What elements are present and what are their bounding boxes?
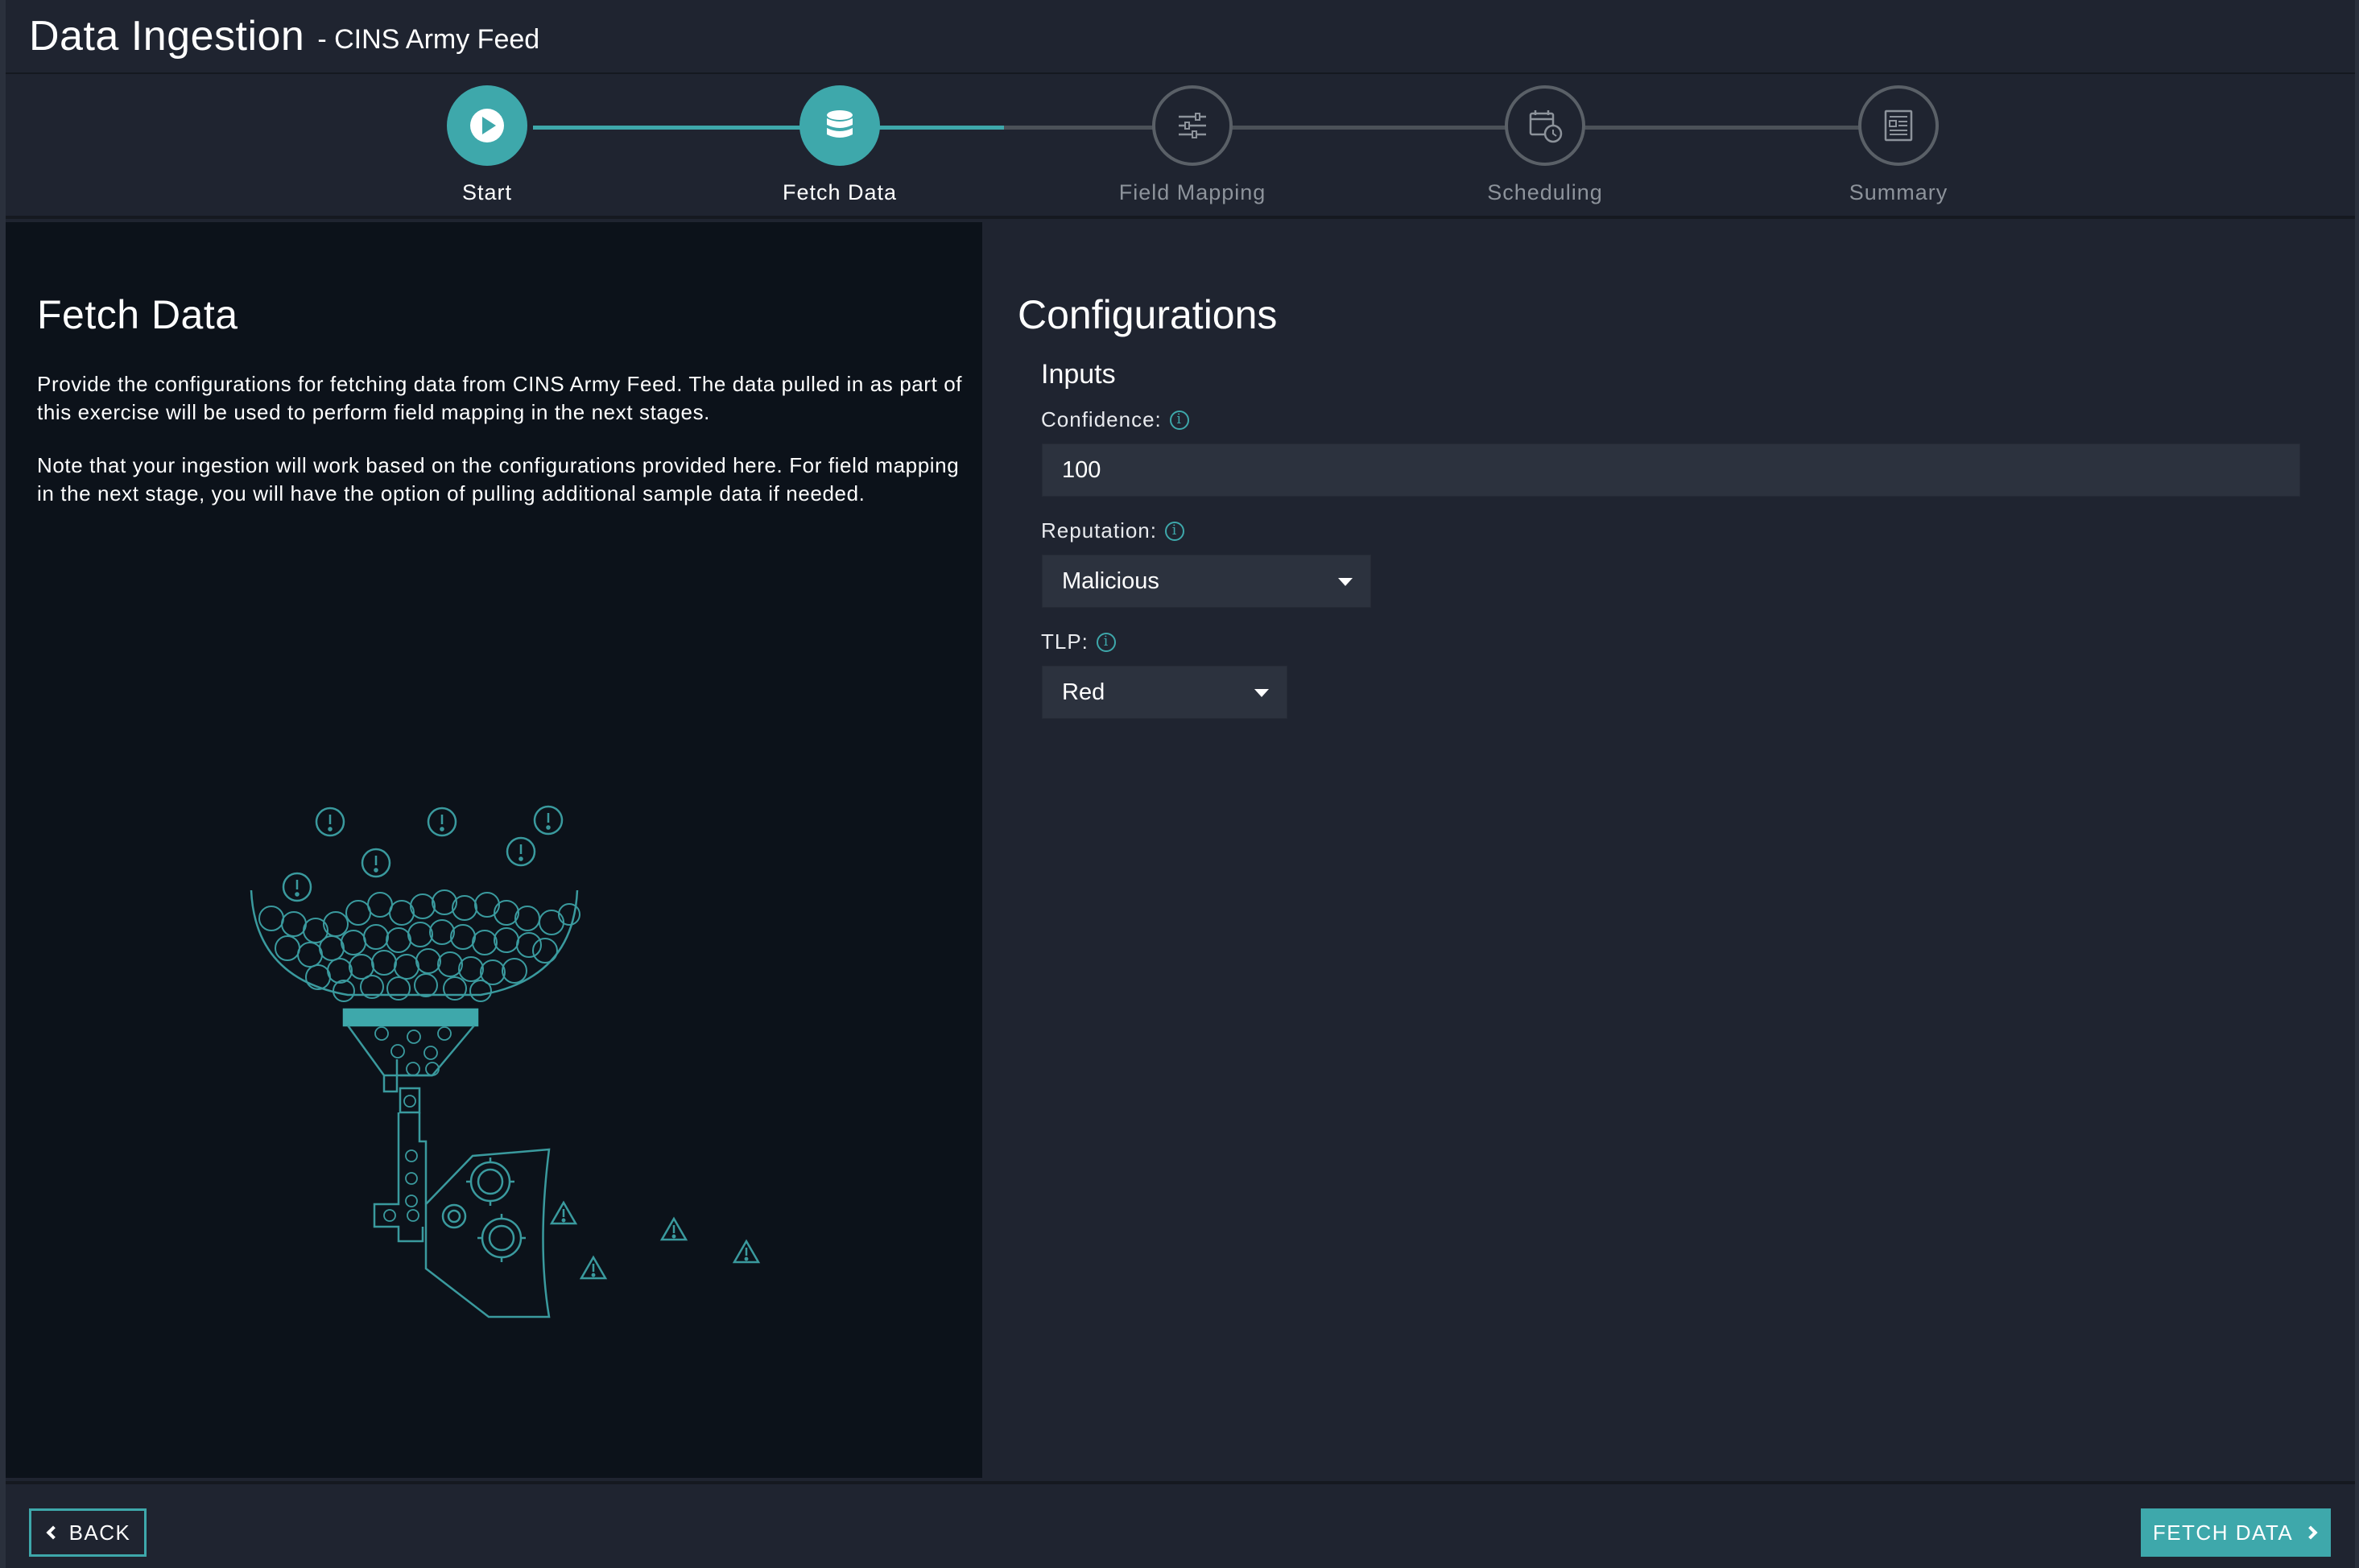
wizard-step-summary[interactable]: Summary: [1778, 85, 2019, 205]
wizard-stepper: Start Fetch Data Field Mapping Schedulin…: [6, 76, 2355, 219]
database-icon: [799, 85, 880, 166]
tlp-label-text: TLP:: [1041, 629, 1089, 654]
alert-icon: [282, 872, 312, 902]
info-heading: Fetch Data: [37, 292, 238, 337]
wizard-step-label: Summary: [1849, 180, 1948, 204]
info-paragraph: Note that your ingestion will work based…: [37, 453, 960, 505]
app-window: Data Ingestion - CINS Army Feed Start Fe…: [0, 0, 2359, 1568]
info-panel: Fetch Data Provide the configurations fo…: [6, 222, 982, 1478]
tlp-select[interactable]: Red: [1042, 666, 1287, 719]
warning-icon: [659, 1216, 688, 1241]
play-icon: [447, 85, 527, 166]
window-edge-left: [0, 0, 6, 1568]
configurations-panel: Configurations Inputs Confidence: i Repu…: [985, 224, 2355, 1478]
wizard-step-label: Scheduling: [1487, 180, 1603, 204]
warning-icon: [549, 1200, 578, 1225]
info-icon[interactable]: i: [1169, 410, 1189, 430]
back-button-label: BACK: [68, 1520, 131, 1545]
fetch-data-button-label: FETCH DATA: [2152, 1520, 2294, 1545]
chevron-left-icon: [46, 1525, 60, 1540]
reputation-label: Reputation: i: [1041, 518, 1184, 543]
caret-down-icon: [1254, 689, 1269, 697]
info-paragraph: Provide the configurations for fetching …: [37, 372, 963, 424]
alert-icon: [427, 807, 457, 837]
alert-icon: [315, 807, 345, 837]
page-subtitle: - CINS Army Feed: [317, 23, 540, 55]
wizard-step-scheduling[interactable]: Scheduling: [1424, 85, 1666, 205]
page-header: Data Ingestion - CINS Army Feed: [6, 0, 2355, 74]
fetch-data-button[interactable]: FETCH DATA: [2141, 1508, 2331, 1557]
alert-icon: [533, 805, 564, 836]
chevron-right-icon: [2303, 1525, 2318, 1540]
warning-icon: [732, 1239, 761, 1264]
tlp-selected-value: Red: [1062, 679, 1105, 705]
back-button[interactable]: BACK: [29, 1508, 147, 1557]
calendar-clock-icon: [1505, 85, 1585, 166]
wizard-footer: BACK FETCH DATA: [6, 1481, 2355, 1568]
page-title: Data Ingestion: [29, 13, 305, 60]
wizard-step-fetch-data[interactable]: Fetch Data: [719, 85, 961, 205]
confidence-label-text: Confidence:: [1041, 407, 1162, 431]
wizard-step-field-mapping[interactable]: Field Mapping: [1072, 85, 1313, 205]
alert-icon: [361, 848, 391, 878]
inputs-section-label: Inputs: [1041, 359, 1116, 390]
configurations-heading: Configurations: [1018, 292, 1278, 337]
wizard-step-label: Field Mapping: [1118, 180, 1266, 204]
reputation-label-text: Reputation:: [1041, 518, 1157, 543]
caret-down-icon: [1338, 578, 1353, 586]
alert-icon: [506, 836, 536, 867]
wizard-step-start[interactable]: Start: [366, 85, 608, 205]
document-icon: [1858, 85, 1939, 166]
funnel-illustration: [250, 805, 761, 1318]
wizard-step-label: Start: [461, 180, 513, 204]
confidence-input[interactable]: [1042, 444, 2300, 497]
window-edge-right: [2355, 0, 2359, 1568]
warning-icon: [579, 1255, 608, 1280]
info-icon[interactable]: i: [1096, 632, 1116, 652]
tlp-label: TLP: i: [1041, 629, 1116, 654]
reputation-selected-value: Malicious: [1062, 567, 1159, 594]
wizard-step-label: Fetch Data: [782, 180, 898, 204]
info-icon[interactable]: i: [1164, 521, 1184, 541]
sliders-icon: [1152, 85, 1233, 166]
reputation-select[interactable]: Malicious: [1042, 555, 1371, 608]
confidence-label: Confidence: i: [1041, 407, 1189, 432]
